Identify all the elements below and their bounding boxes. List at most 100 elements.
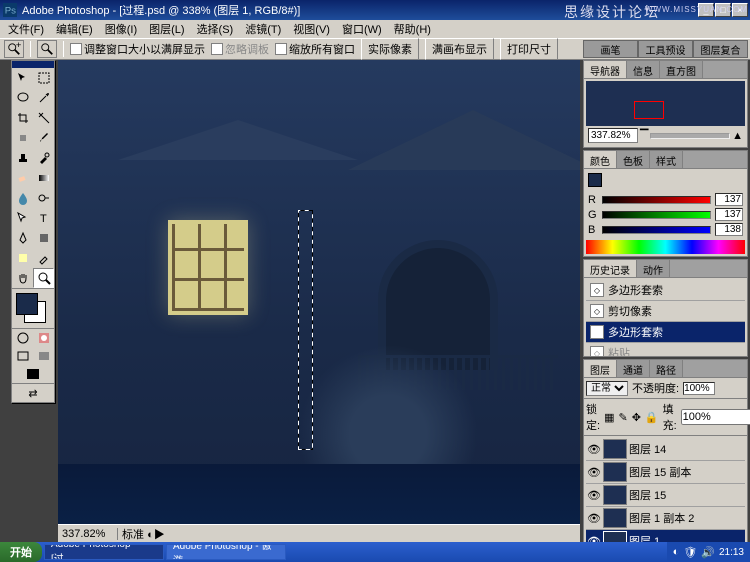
taskbar-item[interactable]: Adobe Photoshop - 傲游...	[166, 544, 286, 560]
type-tool[interactable]: T	[33, 208, 54, 228]
brushes-tab[interactable]: 画笔	[583, 40, 638, 58]
hand-tool[interactable]	[12, 268, 33, 288]
value-r[interactable]: 137	[715, 193, 743, 206]
screenmode-1[interactable]	[12, 347, 33, 365]
screenmode-3[interactable]	[12, 365, 54, 383]
visibility-icon[interactable]: 👁	[587, 488, 601, 502]
slider-b[interactable]	[602, 226, 711, 234]
history-item[interactable]: ◇粘贴	[586, 343, 745, 356]
heal-tool[interactable]	[12, 128, 33, 148]
pen-tool[interactable]	[12, 228, 33, 248]
visibility-icon[interactable]: 👁	[587, 442, 601, 456]
history-brush-tool[interactable]	[33, 148, 54, 168]
visibility-icon[interactable]: 👁	[587, 511, 601, 525]
brush-tool[interactable]	[33, 128, 54, 148]
ignore-palettes-checkbox[interactable]: 忽略调板	[211, 41, 269, 57]
menu-help[interactable]: 帮助(H)	[388, 19, 437, 39]
color-ramp[interactable]	[586, 240, 745, 254]
visibility-icon[interactable]: 👁	[587, 465, 601, 479]
tab-actions[interactable]: 动作	[637, 260, 670, 277]
crop-tool[interactable]	[12, 108, 33, 128]
tab-histogram[interactable]: 直方图	[660, 61, 703, 78]
tray-icon[interactable]: 🔊	[701, 546, 715, 559]
system-tray[interactable]: ◐ 🛡 🔊 21:13	[667, 542, 750, 562]
tab-layers[interactable]: 图层	[584, 360, 617, 377]
layer-row[interactable]: 👁图层 15	[586, 484, 745, 507]
menu-view[interactable]: 视图(V)	[287, 19, 336, 39]
move-tool[interactable]	[12, 68, 33, 88]
tool-presets-tab[interactable]: 工具预设	[638, 40, 693, 58]
history-item[interactable]: ◇多边形套索	[586, 322, 745, 343]
tab-navigator[interactable]: 导航器	[584, 61, 627, 78]
eraser-tool[interactable]	[12, 168, 33, 188]
lock-transparent-icon[interactable]: ▦	[604, 411, 614, 424]
jump-to-imageready[interactable]: ⇄	[12, 384, 54, 402]
zoom-field[interactable]: 337.82%	[58, 528, 118, 540]
slice-tool[interactable]	[33, 108, 54, 128]
layer-row[interactable]: 👁图层 1 副本 2	[586, 507, 745, 530]
fit-screen-button[interactable]: 满画布显示	[425, 38, 494, 60]
clock[interactable]: 21:13	[719, 547, 744, 558]
toolbox-titlebar[interactable]	[12, 61, 54, 68]
tab-info[interactable]: 信息	[627, 61, 660, 78]
layer-row[interactable]: 👁图层 14	[586, 438, 745, 461]
path-tool[interactable]	[12, 208, 33, 228]
gradient-tool[interactable]	[33, 168, 54, 188]
color-fg-swatch[interactable]	[588, 173, 602, 187]
history-item[interactable]: ◇剪切像素	[586, 301, 745, 322]
start-button[interactable]: 开始	[0, 542, 42, 562]
zoom-in-icon[interactable]	[37, 40, 57, 58]
tab-channels[interactable]: 通道	[617, 360, 650, 377]
layer-comps-tab[interactable]: 图层复合	[693, 40, 748, 58]
tab-color[interactable]: 颜色	[584, 151, 617, 168]
tab-styles[interactable]: 样式	[650, 151, 683, 168]
tab-swatches[interactable]: 色板	[617, 151, 650, 168]
tab-paths[interactable]: 路径	[650, 360, 683, 377]
stamp-tool[interactable]	[12, 148, 33, 168]
zoom-tool[interactable]	[33, 268, 54, 288]
fill-input[interactable]	[681, 409, 750, 425]
tray-icon[interactable]: ◐	[673, 546, 680, 558]
eyedropper-tool[interactable]	[33, 248, 54, 268]
zoom-all-checkbox[interactable]: 缩放所有窗口	[275, 41, 355, 57]
current-tool-indicator[interactable]: +	[4, 40, 24, 58]
resize-window-checkbox[interactable]: 调整窗口大小以满屏显示	[70, 41, 205, 57]
zoom-in-nav-icon[interactable]: ▲	[732, 130, 743, 142]
slider-g[interactable]	[602, 211, 711, 219]
status-menu-icon[interactable]: ◐▶	[147, 529, 165, 541]
menu-file[interactable]: 文件(F)	[2, 19, 50, 39]
marquee-tool[interactable]	[33, 68, 54, 88]
value-b[interactable]: 138	[715, 223, 743, 236]
print-size-button[interactable]: 打印尺寸	[500, 38, 558, 60]
tab-history[interactable]: 历史记录	[584, 260, 637, 277]
blend-mode-select[interactable]: 正常	[586, 381, 628, 396]
menu-edit[interactable]: 编辑(E)	[50, 19, 99, 39]
menu-layer[interactable]: 图层(L)	[143, 19, 190, 39]
screenmode-2[interactable]	[33, 347, 54, 365]
document-canvas[interactable]	[58, 60, 580, 524]
navigator-zoom[interactable]: 337.82%	[588, 128, 638, 143]
notes-tool[interactable]	[12, 248, 33, 268]
shape-tool[interactable]	[33, 228, 54, 248]
lasso-tool[interactable]	[12, 88, 33, 108]
zoom-slider[interactable]	[650, 133, 730, 139]
lock-pixels-icon[interactable]: ✎	[618, 411, 627, 424]
actual-pixels-button[interactable]: 实际像素	[361, 38, 419, 60]
taskbar-item[interactable]: Adobe Photoshop - [过...	[44, 544, 164, 560]
dodge-tool[interactable]	[33, 188, 54, 208]
lock-position-icon[interactable]: ✥	[632, 411, 641, 424]
menu-select[interactable]: 选择(S)	[191, 19, 240, 39]
blur-tool[interactable]	[12, 188, 33, 208]
value-g[interactable]: 137	[715, 208, 743, 221]
navigator-thumbnail[interactable]	[586, 81, 745, 126]
layer-row[interactable]: 👁图层 15 副本	[586, 461, 745, 484]
menu-filter[interactable]: 滤镜(T)	[239, 19, 287, 39]
foreground-color[interactable]	[16, 293, 38, 315]
quickmask-on[interactable]	[33, 329, 54, 347]
lock-all-icon[interactable]: 🔒	[645, 411, 659, 424]
quickmask-off[interactable]	[12, 329, 33, 347]
tray-icon[interactable]: 🛡	[683, 546, 697, 559]
opacity-input[interactable]	[683, 382, 715, 395]
menu-image[interactable]: 图像(I)	[99, 19, 143, 39]
zoom-out-icon[interactable]: ▔	[640, 129, 648, 142]
